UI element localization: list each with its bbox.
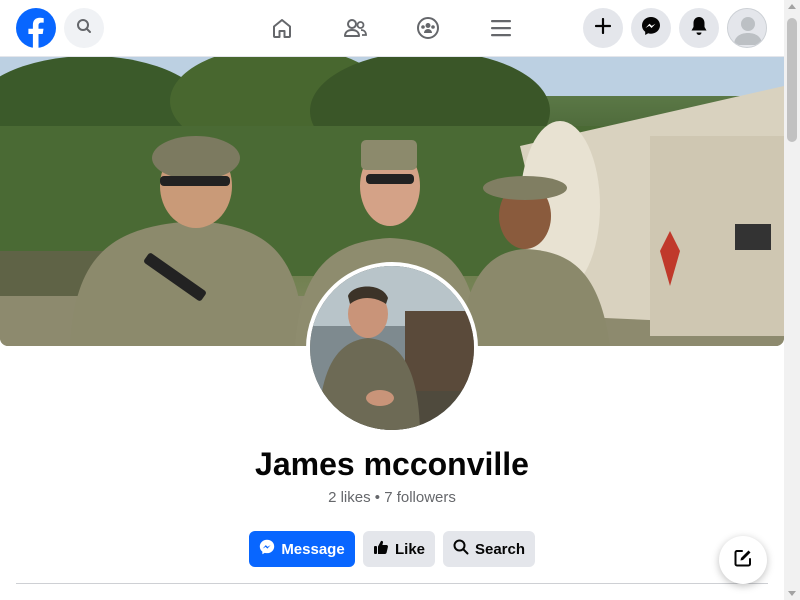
messenger-icon [259, 539, 275, 559]
section-divider [16, 583, 768, 584]
like-button[interactable]: Like [363, 531, 435, 567]
plus-icon [594, 17, 612, 39]
scroll-down-arrow-icon[interactable] [788, 591, 796, 596]
facebook-logo-icon[interactable] [16, 8, 56, 48]
scroll-thumb[interactable] [787, 18, 797, 142]
search-icon [76, 18, 92, 39]
home-icon[interactable] [268, 14, 296, 42]
profile-stats: 2 likes • 7 followers [328, 489, 456, 506]
like-button-label: Like [394, 540, 425, 558]
new-message-button[interactable] [719, 536, 767, 584]
thumbs-up-icon [373, 539, 389, 559]
bell-icon [690, 16, 708, 41]
search-icon [453, 539, 469, 559]
top-nav-bar [0, 0, 784, 57]
menu-icon[interactable] [487, 14, 515, 42]
search-button-label: Search [474, 540, 526, 558]
search-button[interactable] [64, 8, 104, 48]
notifications-button[interactable] [679, 8, 719, 48]
page-scrollbar[interactable] [784, 0, 800, 600]
create-button[interactable] [583, 8, 623, 48]
avatar[interactable] [727, 8, 767, 48]
friends-icon[interactable] [341, 14, 369, 42]
message-button-label: Message [281, 540, 345, 558]
scroll-up-arrow-icon[interactable] [788, 4, 796, 9]
messenger-button[interactable] [631, 8, 671, 48]
groups-icon[interactable] [414, 14, 442, 42]
page-title: James mcconville [255, 446, 529, 482]
profile-picture[interactable] [306, 262, 478, 434]
search-page-button[interactable]: Search [443, 531, 535, 567]
messenger-icon [641, 16, 661, 41]
message-button[interactable]: Message [249, 531, 355, 567]
compose-icon [733, 548, 753, 573]
